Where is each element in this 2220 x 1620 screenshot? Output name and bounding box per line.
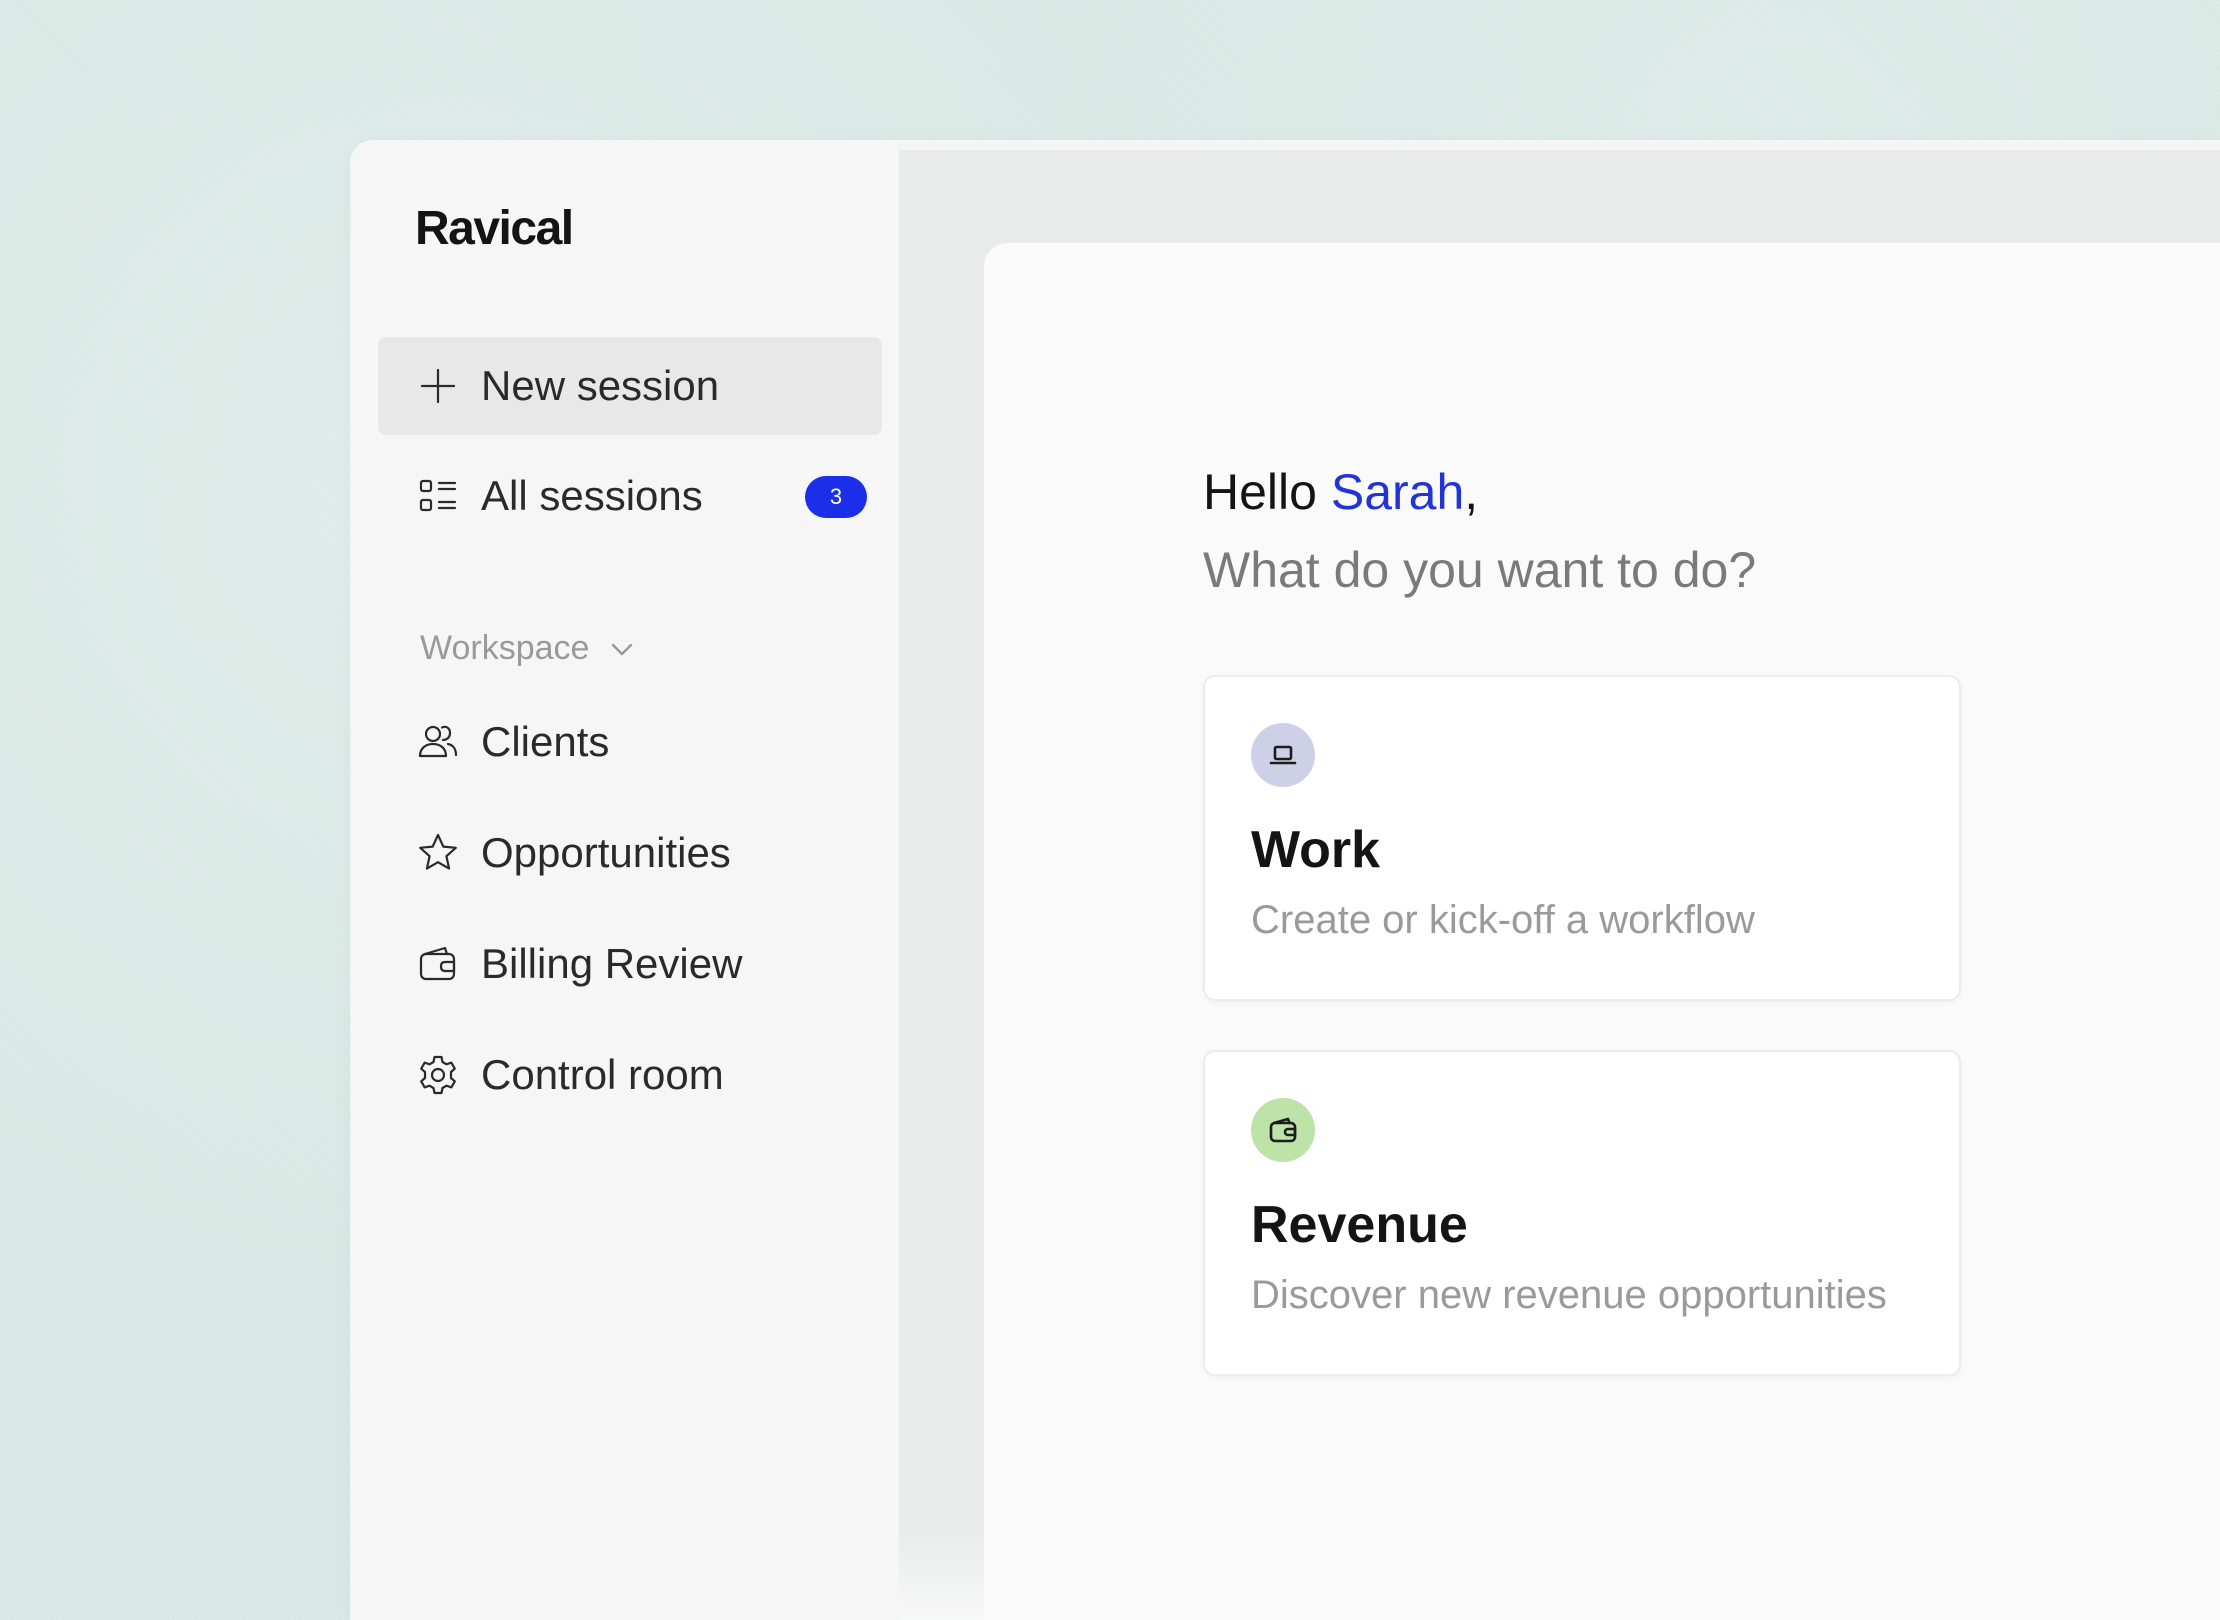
greeting-suffix: , [1464,464,1479,520]
gear-icon [415,1052,461,1098]
clients-label: Clients [481,718,610,765]
workspace-label: Workspace [420,629,590,667]
new-session-button[interactable]: New session [378,337,882,435]
sessions-count-badge: 3 [805,476,867,518]
main-top-strip [899,141,2220,150]
plus-icon [415,363,461,409]
revenue-card-description: Discover new revenue opportunities [1251,1273,1887,1317]
sidebar-item-control-room[interactable]: Control room [378,1026,882,1124]
all-sessions-label: All sessions [481,472,703,519]
revenue-card-title: Revenue [1251,1196,1468,1254]
new-session-label: New session [481,362,720,409]
sidebar-item-billing-review[interactable]: Billing Review [378,915,882,1013]
sidebar-item-clients[interactable]: Clients [378,693,882,791]
brand-logo: Ravical [415,202,574,255]
sidebar: Ravical New session All sessions 3 Works… [351,141,899,1620]
work-card-description: Create or kick-off a workflow [1251,898,1755,942]
wallet-icon [1269,1117,1297,1143]
laptop-icon [1269,745,1297,765]
list-icon [415,473,461,519]
work-card-icon-circle [1251,723,1315,787]
star-icon [415,830,461,876]
revenue-card-icon-circle [1251,1098,1315,1162]
work-card-title: Work [1251,821,1381,879]
workspace-toggle[interactable]: Workspace [420,629,639,668]
subheading: What do you want to do? [1203,542,1757,598]
revenue-card[interactable]: Revenue Discover new revenue opportuniti… [1203,1050,1961,1376]
user-name: Sarah [1330,464,1465,520]
billing-review-label: Billing Review [481,940,743,987]
opportunities-label: Opportunities [481,829,731,876]
work-card[interactable]: Work Create or kick-off a workflow [1203,675,1961,1001]
control-room-label: Control room [481,1051,724,1098]
greeting-prefix: Hello [1203,464,1331,520]
sidebar-item-all-sessions[interactable]: All sessions 3 [378,447,882,545]
greeting: Hello Sarah, [1203,462,1478,522]
bottom-fade [899,1530,984,1620]
chevron-down-icon [612,643,633,655]
sidebar-item-opportunities[interactable]: Opportunities [378,804,882,902]
users-icon [415,719,461,765]
wallet-icon [415,941,461,987]
